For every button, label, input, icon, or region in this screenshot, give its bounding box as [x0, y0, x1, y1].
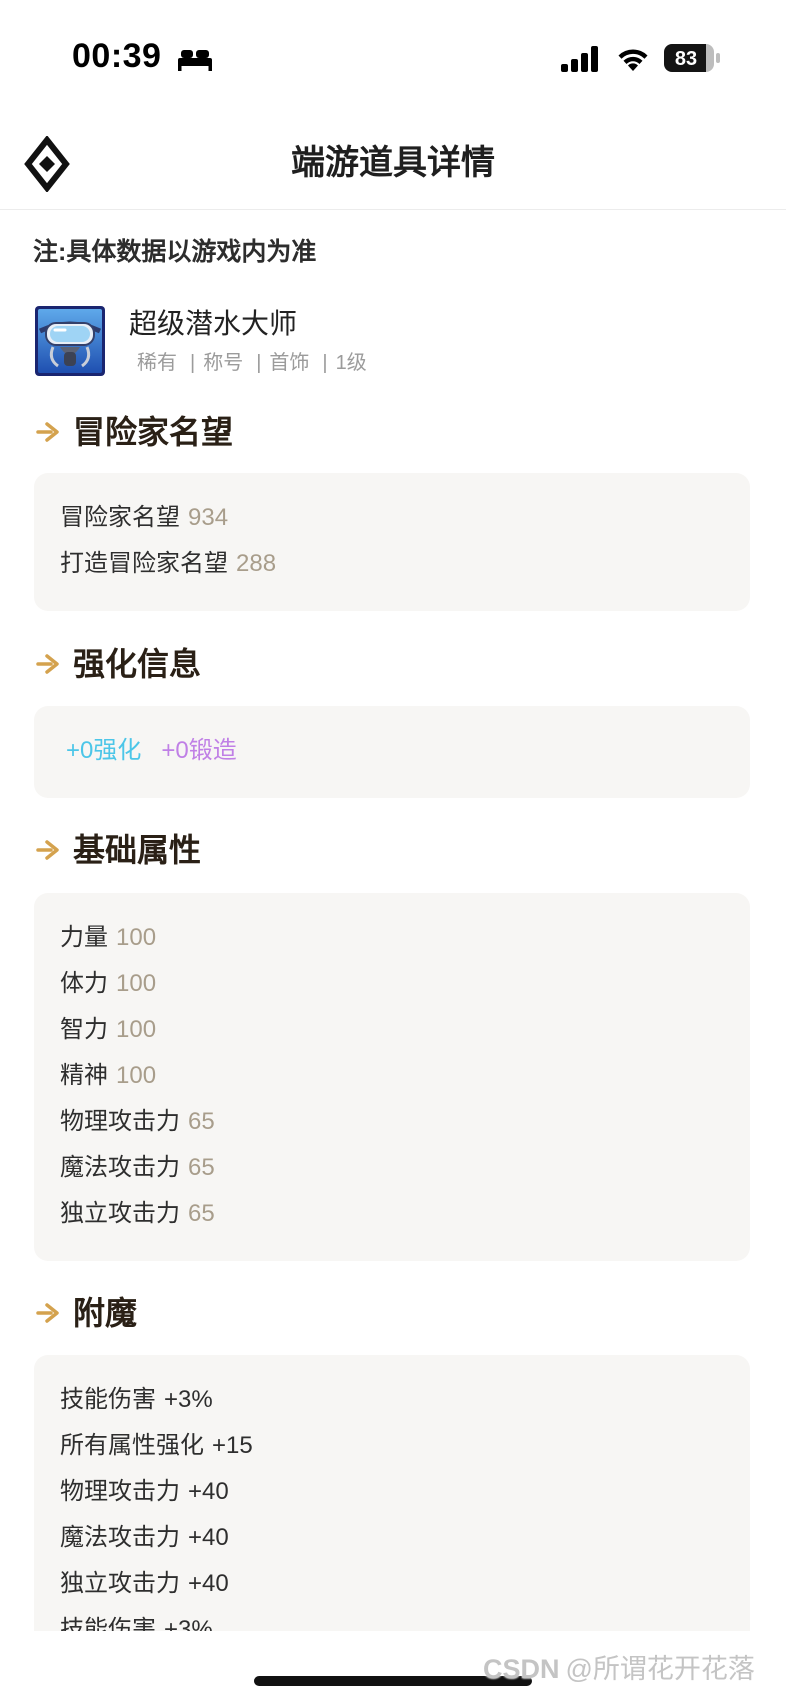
stat-row: 物理攻击力 65 [60, 1099, 724, 1145]
stat-value: 65 [188, 1200, 215, 1227]
stat-label: 所有属性强化 [60, 1432, 204, 1459]
reputation-card: 冒险家名望 934 打造冒险家名望 288 [34, 473, 750, 611]
stat-row: 力量 100 [60, 915, 724, 961]
stat-label: 魔法攻击力 [60, 1154, 180, 1181]
stat-row: 独立攻击力 65 [60, 1191, 724, 1237]
wifi-icon [616, 44, 650, 72]
forge-badge: +0锻造 [161, 737, 237, 764]
data-disclaimer-note: 注:具体数据以游戏内为准 [33, 238, 317, 266]
stat-row: 独立攻击力 +40 [60, 1561, 724, 1607]
tag-slot: 首饰 [269, 352, 310, 374]
stat-value: +40 [188, 1570, 229, 1597]
stat-value: 65 [188, 1154, 215, 1181]
battery-icon: 83 [663, 43, 721, 73]
stat-label: 物理攻击力 [60, 1478, 180, 1505]
stat-value: +40 [188, 1478, 229, 1505]
stat-label: 打造冒险家名望 [60, 550, 228, 577]
section-title: 附魔 [73, 1295, 138, 1331]
watermark-user: @所谓花开花落 [565, 1654, 755, 1684]
stat-row: 精神 100 [60, 1053, 724, 1099]
stat-label: 魔法攻击力 [60, 1524, 180, 1551]
section-heading-base-attributes: 基础属性 [35, 830, 201, 870]
watermark: CSDN @所谓花开花落 [483, 1652, 755, 1686]
tag-separator: | [322, 352, 328, 374]
tag-separator: | [256, 352, 262, 374]
stat-row: 体力 100 [60, 961, 724, 1007]
stat-label: 力量 [60, 924, 108, 951]
stat-value: +15 [212, 1432, 253, 1459]
arrow-right-icon [35, 653, 63, 675]
page-title: 端游道具详情 [291, 144, 495, 182]
stat-label: 冒险家名望 [60, 504, 180, 531]
stat-label: 智力 [60, 1016, 108, 1043]
stat-value: 934 [188, 504, 229, 531]
arrow-right-icon [35, 1302, 63, 1324]
reinforce-badge: +0强化 [66, 737, 142, 764]
enhancement-card: +0强化 +0锻造 [34, 706, 750, 798]
section-title: 冒险家名望 [73, 414, 234, 450]
tag-rarity: 稀有 [137, 352, 177, 374]
status-time: 00:39 [72, 37, 162, 75]
stat-row: 物理攻击力 +40 [60, 1469, 724, 1515]
section-heading-enhancement: 强化信息 [35, 644, 201, 684]
stat-row: 魔法攻击力 +40 [60, 1515, 724, 1561]
stat-value: +3% [164, 1386, 213, 1413]
section-heading-enchantment: 附魔 [35, 1293, 137, 1333]
header-divider [0, 209, 786, 210]
watermark-brand: CSDN [483, 1654, 560, 1684]
stat-label: 独立攻击力 [60, 1200, 180, 1227]
base-attributes-card: 力量 100 体力 100 智力 100 精神 100 物理攻击力 65 魔法攻击力 65 … [34, 893, 750, 1261]
stat-row: 智力 100 [60, 1007, 724, 1053]
stat-row: 打造冒险家名望 288 [60, 541, 724, 587]
item-name: 超级潜水大师 [129, 308, 298, 339]
stat-value: 100 [116, 970, 157, 997]
section-title: 基础属性 [73, 832, 202, 868]
stat-row: 所有属性强化 +15 [60, 1423, 724, 1469]
stat-value: 100 [116, 1016, 157, 1043]
enchantment-card: 技能伤害 +3% 所有属性强化 +15 物理攻击力 +40 魔法攻击力 +40 独立攻击… [34, 1355, 750, 1675]
tag-type: 称号 [203, 352, 244, 374]
diving-mask-icon [34, 305, 106, 377]
stat-value: 100 [116, 924, 157, 951]
item-tags: 稀有 | 称号 | 首饰 | 1级 [137, 351, 367, 375]
battery-level: 83 [675, 48, 697, 70]
stat-row: 魔法攻击力 65 [60, 1145, 724, 1191]
tag-separator: | [190, 352, 196, 374]
stat-label: 体力 [60, 970, 108, 997]
arrow-right-icon [35, 421, 63, 443]
section-title: 强化信息 [73, 646, 202, 682]
stat-value: +40 [188, 1524, 229, 1551]
signal-icon [561, 45, 601, 73]
stat-row: 技能伤害 +3% [60, 1377, 724, 1423]
stat-label: 精神 [60, 1062, 108, 1089]
stat-row: 冒险家名望 934 [60, 495, 724, 541]
stat-label: 独立攻击力 [60, 1570, 180, 1597]
stat-value: 65 [188, 1108, 215, 1135]
tag-level: 1级 [335, 352, 367, 374]
stat-label: 技能伤害 [60, 1386, 156, 1413]
stat-value: 288 [236, 550, 277, 577]
arrow-right-icon [35, 839, 63, 861]
section-heading-reputation: 冒险家名望 [35, 412, 233, 452]
stat-value: 100 [116, 1062, 157, 1089]
bed-icon [177, 46, 213, 72]
stat-label: 物理攻击力 [60, 1108, 180, 1135]
enhancement-badges: +0强化 +0锻造 [60, 728, 724, 774]
